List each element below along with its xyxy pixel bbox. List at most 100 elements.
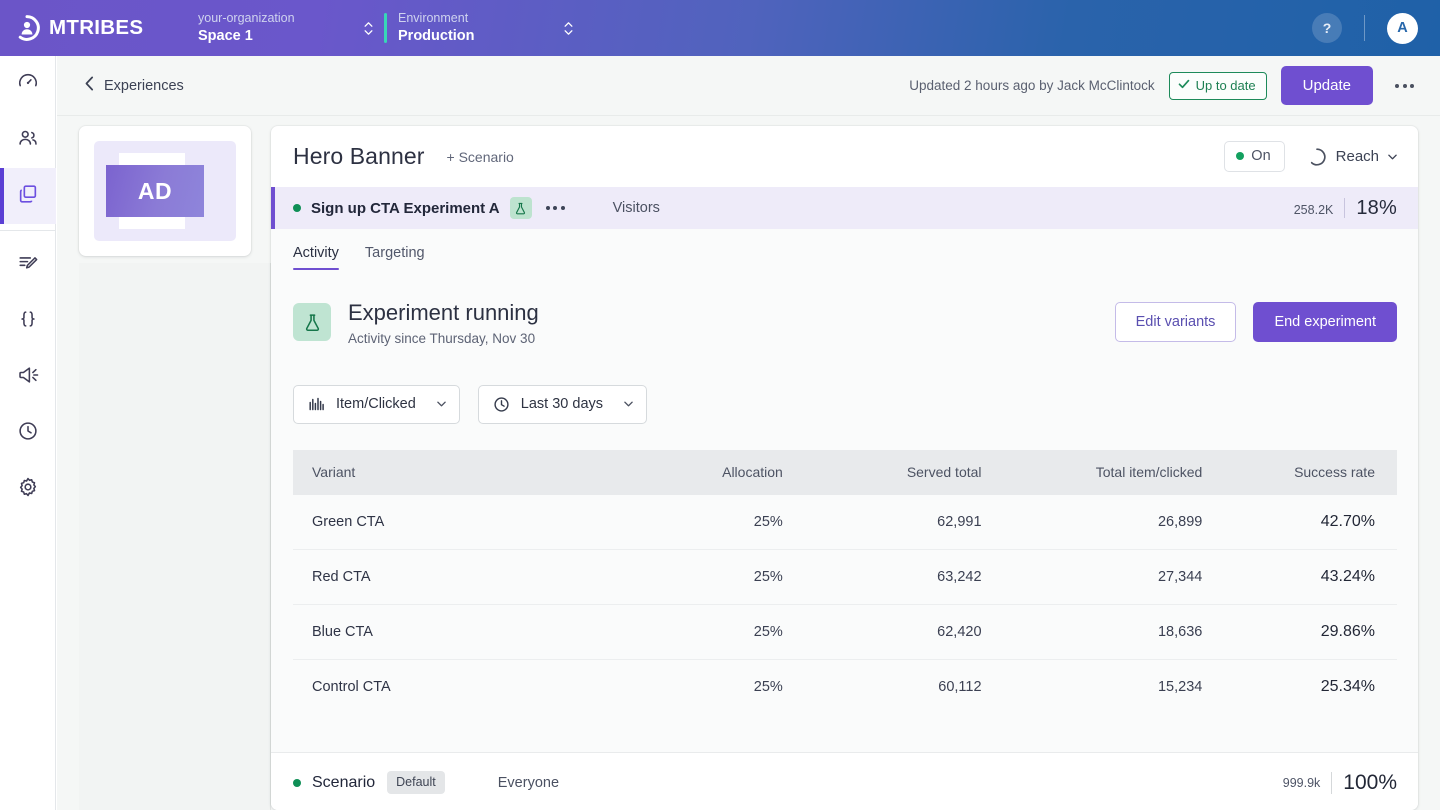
page-title: Hero Banner <box>293 143 425 169</box>
metric-filter-label: Item/Clicked <box>336 396 416 412</box>
page-subheader: Experiences Updated 2 hours ago by Jack … <box>57 56 1440 116</box>
experiment-audience: Visitors <box>612 200 660 216</box>
add-scenario-button[interactable]: + Scenario <box>447 149 514 165</box>
cell-served-total: 62,420 <box>800 604 1000 660</box>
environment-label: Environment <box>398 11 469 26</box>
filter-controls: Item/Clicked Last 30 days <box>293 384 1397 424</box>
cell-success-rate: 25.34% <box>1220 659 1397 714</box>
experiment-name: Sign up CTA Experiment A <box>311 199 500 217</box>
table-row[interactable]: Blue CTA 25% 62,420 18,636 29.86% <box>293 604 1397 660</box>
sidebar-item-developers[interactable] <box>0 293 56 349</box>
environment-switcher[interactable]: Environment Production <box>384 0 584 56</box>
table-row[interactable]: Control CTA 25% 60,112 15,234 25.34% <box>293 659 1397 714</box>
space-switcher-chevrons-icon[interactable] <box>360 15 376 41</box>
experiment-more-options-icon[interactable] <box>545 206 565 210</box>
sidebar-item-experiences[interactable] <box>0 168 56 224</box>
experience-toggle[interactable]: On <box>1224 141 1285 172</box>
gauge-icon <box>17 71 39 98</box>
cell-total-item-clicked: 18,636 <box>999 604 1221 660</box>
avatar[interactable]: A <box>1387 12 1418 44</box>
breadcrumb[interactable]: Experiences <box>85 76 184 95</box>
experiment-status-row: Experiment running Activity since Thursd… <box>293 299 1397 346</box>
code-braces-icon <box>17 308 39 335</box>
cell-served-total: 62,991 <box>800 494 1000 550</box>
column-header-total-item-clicked: Total item/clicked <box>999 449 1221 495</box>
end-experiment-button[interactable]: End experiment <box>1253 302 1397 343</box>
sidebar-item-audience[interactable] <box>0 112 56 168</box>
experience-thumbnail-card[interactable]: AD <box>79 126 251 256</box>
experiment-action-buttons: Edit variants End experiment <box>1114 302 1397 343</box>
mtribes-logo-icon <box>14 15 40 41</box>
experiment-status-texts: Experiment running Activity since Thursd… <box>348 299 539 346</box>
cell-served-total: 63,242 <box>800 549 1000 605</box>
metric-filter-dropdown[interactable]: Item/Clicked <box>293 384 460 424</box>
period-filter-label: Last 30 days <box>520 396 604 412</box>
sidebar-item-dashboard[interactable] <box>0 56 56 112</box>
sidebar-item-history[interactable] <box>0 405 56 461</box>
sidebar-divider <box>0 230 55 231</box>
cell-success-rate: 43.24% <box>1220 549 1397 605</box>
space-value: Space 1 <box>198 27 253 44</box>
scenario-metrics: 999.9k 100% <box>1283 771 1397 795</box>
last-updated-text: Updated 2 hours ago by Jack McClintock <box>909 78 1155 93</box>
check-icon <box>1178 78 1190 93</box>
app-root: MTRIBES your-organization Space 1 Enviro… <box>0 0 1440 810</box>
cell-served-total: 60,112 <box>800 659 1000 714</box>
cell-success-rate: 29.86% <box>1220 604 1397 660</box>
scenario-reach-percent: 100% <box>1343 770 1397 794</box>
sidebar-item-settings[interactable] <box>0 461 56 517</box>
experience-card-header: Hero Banner + Scenario On Reach <box>271 126 1418 187</box>
period-filter-dropdown[interactable]: Last 30 days <box>477 384 648 424</box>
organization-label: your-organization <box>198 11 295 26</box>
update-button[interactable]: Update <box>1280 66 1373 105</box>
experiment-running-flask-icon <box>293 303 331 342</box>
clock-icon <box>494 396 509 412</box>
on-status-dot-icon <box>1236 152 1245 160</box>
cell-variant: Green CTA <box>293 494 625 550</box>
scenario-status-dot-icon <box>293 778 301 787</box>
detail-tabs: Activity Targeting <box>293 245 1397 270</box>
page-content: AD Hero Banner + Scenario On Reach Sign … <box>57 116 1440 810</box>
table-row[interactable]: Red CTA 25% 63,242 27,344 43.24% <box>293 549 1397 605</box>
chevron-down-icon <box>437 401 446 407</box>
column-header-served-total: Served total <box>800 449 1000 495</box>
metric-selector[interactable]: Reach <box>1307 147 1397 167</box>
column-header-variant: Variant <box>293 449 625 495</box>
environment-switcher-chevrons-icon[interactable] <box>560 15 576 41</box>
column-header-allocation: Allocation <box>624 449 801 495</box>
scenario-default-chip: Default <box>387 771 445 794</box>
cell-allocation: 25% <box>624 494 801 550</box>
subheader-actions: Updated 2 hours ago by Jack McClintock U… <box>909 66 1418 105</box>
left-side-panel <box>79 263 271 810</box>
cell-allocation: 25% <box>624 549 801 605</box>
layers-icon <box>17 183 39 210</box>
tab-activity[interactable]: Activity <box>293 245 339 270</box>
brand-logo[interactable]: MTRIBES <box>14 15 184 41</box>
sidebar-item-announcements[interactable] <box>0 349 56 405</box>
experiment-summary-row[interactable]: Sign up CTA Experiment A Visitors 258.2K… <box>271 187 1418 229</box>
experiment-status-subtitle: Activity since Thursday, Nov 30 <box>348 330 536 346</box>
chevron-down-icon <box>624 401 633 407</box>
clock-icon <box>17 420 39 447</box>
experience-card: Hero Banner + Scenario On Reach Sign up … <box>271 126 1418 810</box>
organization-space-switcher[interactable]: your-organization Space 1 <box>184 0 384 56</box>
page-more-options-icon[interactable] <box>1391 76 1418 96</box>
scenario-summary-row[interactable]: Scenario Default Everyone 999.9k 100% <box>271 752 1418 810</box>
tab-targeting[interactable]: Targeting <box>365 245 425 270</box>
sidebar-nav <box>0 56 56 810</box>
help-icon[interactable]: ? <box>1312 13 1342 43</box>
cell-success-rate: 42.70% <box>1220 494 1397 550</box>
edit-variants-button[interactable]: Edit variants <box>1114 302 1237 343</box>
metric-selector-label: Reach <box>1335 148 1379 165</box>
cell-total-item-clicked: 26,899 <box>999 494 1221 550</box>
experience-preview-column: AD <box>79 126 271 810</box>
experiment-reach-percent: 18% <box>1356 196 1397 219</box>
bar-chart-icon <box>309 397 324 410</box>
breadcrumb-label: Experiences <box>104 77 184 94</box>
thumbnail-ad-banner: AD <box>106 165 204 217</box>
scenario-label: Scenario <box>312 773 376 791</box>
table-row[interactable]: Green CTA 25% 62,991 26,899 42.70% <box>293 494 1397 550</box>
experience-board: AD Hero Banner + Scenario On Reach Sign … <box>79 126 1418 810</box>
sidebar-item-content[interactable] <box>0 237 56 293</box>
status-badge[interactable]: Up to date <box>1168 71 1267 100</box>
